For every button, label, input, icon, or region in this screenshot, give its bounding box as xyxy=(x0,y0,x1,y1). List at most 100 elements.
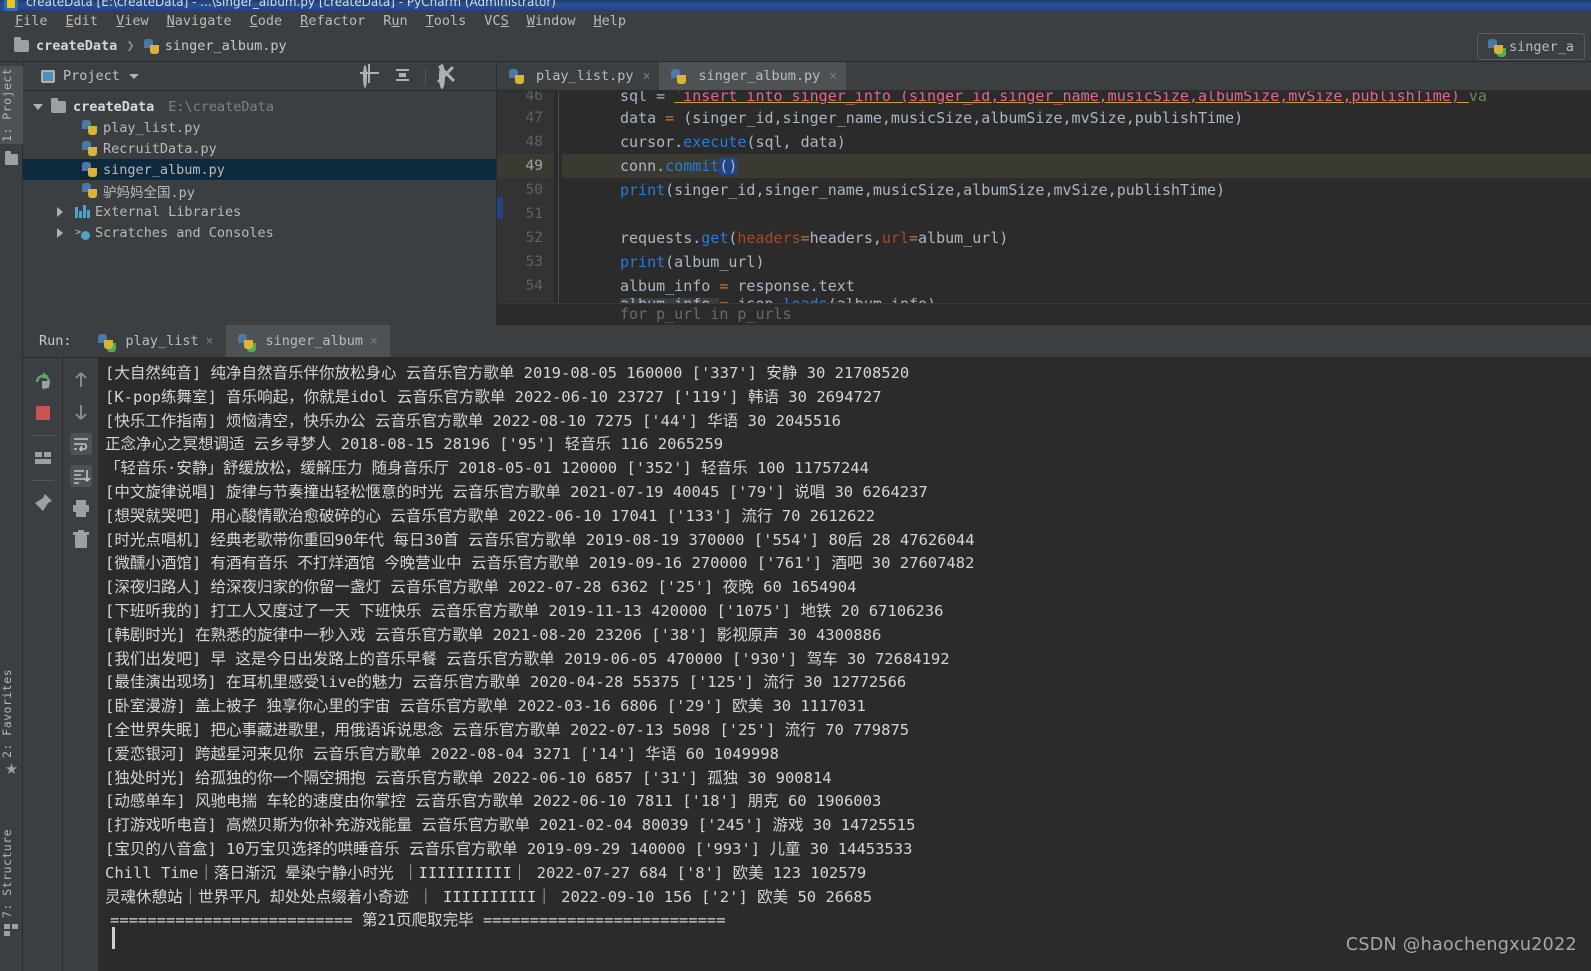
menu-navigate[interactable]: Navigate xyxy=(158,12,241,30)
tree-node-play-list[interactable]: play_list.py xyxy=(23,117,496,138)
folder-icon xyxy=(14,37,29,52)
code-line-49[interactable]: conn.commit() xyxy=(562,154,1591,178)
breadcrumb-project[interactable]: createData xyxy=(36,38,117,54)
console-output[interactable]: [大自然纯音] 纯净自然音乐伴你放松身心 云音乐官方歌单 2019-08-05 … xyxy=(99,358,1591,971)
python-file-icon xyxy=(82,120,97,135)
collapse-all-icon[interactable] xyxy=(394,67,412,85)
python-file-icon xyxy=(82,183,97,198)
tree-node-lvmama[interactable]: 驴妈妈全国.py xyxy=(23,180,496,201)
tab-singer-album-py[interactable]: singer_album.py × xyxy=(659,62,847,90)
stop-icon[interactable] xyxy=(32,402,54,424)
tree-label: Scratches and Consoles xyxy=(95,224,274,241)
tree-label: 驴妈妈全国.py xyxy=(103,184,195,201)
code-line-46[interactable]: sql = `insert into singer_info (singer_i… xyxy=(562,91,1591,106)
tree-node-external-libraries[interactable]: External Libraries xyxy=(23,201,496,222)
tree-label: play_list.py xyxy=(103,119,201,136)
code-line-53[interactable]: print(album_url) xyxy=(562,250,1591,274)
sidebar-item-project[interactable]: 1: Project xyxy=(0,66,23,144)
layout-icon[interactable] xyxy=(32,447,54,469)
run-tab-singer-album[interactable]: singer_album × xyxy=(225,325,390,357)
print-icon[interactable] xyxy=(70,497,92,519)
soft-wrap-icon[interactable] xyxy=(69,433,92,455)
menu-tools[interactable]: Tools xyxy=(417,12,476,30)
console-line: [韩剧时光] 在熟悉的旋律中一秒入戏 云音乐官方歌单 2021-08-20 23… xyxy=(105,625,882,644)
code-line-54[interactable]: album_info = response.text xyxy=(562,274,1591,298)
locate-icon[interactable] xyxy=(363,65,381,88)
clear-all-icon[interactable] xyxy=(70,529,92,551)
menu-vcs[interactable]: VCS xyxy=(475,12,517,30)
menu-help[interactable]: Help xyxy=(584,12,635,30)
python-file-icon xyxy=(671,68,687,84)
tree-node-recruitdata[interactable]: RecruitData.py xyxy=(23,138,496,159)
gear-icon[interactable] xyxy=(439,64,457,89)
project-panel-header: Project xyxy=(23,62,496,91)
gutter-divider xyxy=(558,91,559,325)
code-line-50[interactable]: print(singer_id,singer_name,musicSize,al… xyxy=(562,178,1591,202)
chevron-down-icon[interactable] xyxy=(128,73,139,79)
pin-icon[interactable] xyxy=(32,492,54,514)
editor-structure-hint: for p_url in p_urls xyxy=(620,305,792,323)
menu-edit[interactable]: Edit xyxy=(57,12,108,30)
chevron-expanded-icon[interactable] xyxy=(31,100,45,114)
chevron-collapsed-icon[interactable] xyxy=(53,205,67,219)
python-file-icon xyxy=(82,141,97,156)
project-panel-title: Project xyxy=(63,68,120,84)
breadcrumb-file[interactable]: singer_album.py xyxy=(165,38,287,54)
console-line: [微醺小酒馆] 有酒有音乐 不打烊酒馆 今晚营业中 云音乐官方歌单 2019-0… xyxy=(105,554,975,573)
code-line-52[interactable]: requests.get(headers=headers,url=album_u… xyxy=(562,226,1591,250)
sidebar-item-favorites[interactable]: 2: Favorites xyxy=(0,669,23,758)
python-run-icon xyxy=(237,333,253,349)
toolbar-divider xyxy=(31,480,54,481)
run-toolbar-primary xyxy=(23,358,63,971)
close-icon[interactable]: × xyxy=(206,334,214,349)
scroll-up-icon[interactable] xyxy=(70,369,92,391)
menu-code[interactable]: Code xyxy=(241,12,292,30)
breadcrumb-separator-icon: ❯ xyxy=(126,38,135,54)
star-icon: ★ xyxy=(4,760,19,778)
python-file-icon xyxy=(82,162,97,177)
close-icon[interactable]: × xyxy=(370,334,378,349)
folder-icon xyxy=(51,97,66,113)
python-file-icon xyxy=(143,38,159,54)
run-tab-play-list[interactable]: play_list × xyxy=(86,325,226,357)
menu-refactor[interactable]: Refactor xyxy=(291,12,374,30)
run-panel-label: Run: xyxy=(23,325,86,357)
rerun-icon[interactable] xyxy=(32,369,54,391)
code-line-48[interactable]: cursor.execute(sql, data) xyxy=(562,130,1591,154)
console-line: [打游戏听电音] 高燃贝斯为你补充游戏能量 云音乐官方歌单 2021-02-04… xyxy=(105,816,916,835)
code-line-51[interactable] xyxy=(562,202,1591,226)
close-icon[interactable]: × xyxy=(643,69,651,84)
tree-label: singer_album.py xyxy=(103,161,225,178)
tree-node-scratches[interactable]: >_ Scratches and Consoles xyxy=(23,222,496,243)
run-config-tab[interactable]: singer_a xyxy=(1476,33,1585,60)
menu-view[interactable]: View xyxy=(107,12,158,30)
run-tab-label: singer_album xyxy=(265,333,364,349)
console-line: [独处时光] 给孤独的你一个隔空拥抱 云音乐官方歌单 2022-06-10 68… xyxy=(105,768,832,787)
project-tree: createData E:\createData play_list.py Re… xyxy=(23,92,496,325)
code-viewport[interactable]: 46 47 48 49 50 51 52 53 54 55 sql = `ins… xyxy=(497,91,1591,325)
chevron-collapsed-icon[interactable] xyxy=(53,226,67,240)
python-file-icon xyxy=(509,68,524,84)
console-line: [宝贝的八音盒] 10万宝贝选择的哄睡音乐 云音乐官方歌单 2019-09-29… xyxy=(105,839,913,858)
line-number: 48 xyxy=(525,134,543,150)
tree-node-singer-album[interactable]: singer_album.py xyxy=(23,159,496,180)
library-icon xyxy=(75,205,90,218)
code-line-47[interactable]: data = (singer_id,singer_name,musicSize,… xyxy=(562,106,1591,130)
tab-play-list-py[interactable]: play_list.py × xyxy=(497,62,659,90)
menu-window[interactable]: Window xyxy=(518,12,585,30)
structure-icon xyxy=(4,924,18,936)
code-lines: sql = `insert into singer_info (singer_i… xyxy=(562,91,1591,312)
scroll-down-icon[interactable] xyxy=(70,401,92,423)
hide-panel-icon[interactable] xyxy=(470,67,488,85)
run-config-label: singer_a xyxy=(1508,38,1574,55)
python-run-icon xyxy=(1487,39,1503,54)
line-number: 50 xyxy=(525,182,543,198)
console-line: [大自然纯音] 纯净自然音乐伴你放松身心 云音乐官方歌单 2019-08-05 … xyxy=(105,364,910,382)
run-tab-label: play_list xyxy=(125,333,199,349)
menu-file[interactable]: File xyxy=(6,12,57,30)
sidebar-item-structure[interactable]: 7: Structure xyxy=(0,829,23,918)
scroll-to-end-icon[interactable] xyxy=(69,465,92,487)
close-icon[interactable]: × xyxy=(829,69,837,84)
menu-run[interactable]: Run xyxy=(374,12,416,30)
tree-node-createdata[interactable]: createData E:\createData xyxy=(23,96,496,117)
